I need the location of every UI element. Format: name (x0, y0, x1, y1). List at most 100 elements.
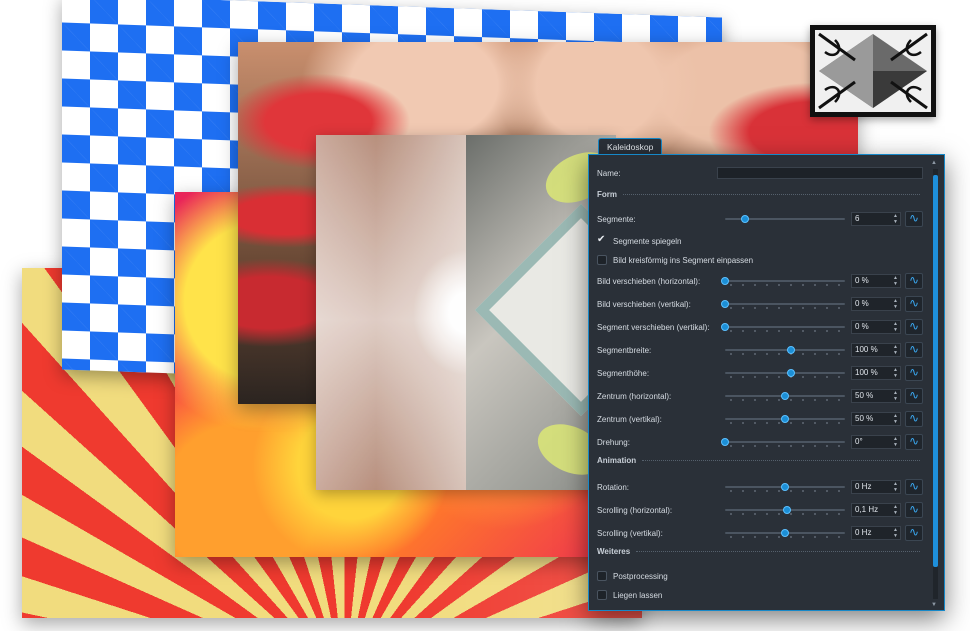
param-slider[interactable] (725, 527, 845, 539)
spin-arrows-icon[interactable]: ▲ ▼ (893, 275, 898, 287)
segmente-spinbox[interactable]: 6 ▲ ▼ (851, 212, 901, 226)
segmente-slider[interactable] (725, 213, 845, 225)
kaleidoscope-settings-panel: Name: Form Segmente: 6▲▼ ∿ Segmente spie… (588, 154, 945, 611)
slider-handle[interactable] (721, 277, 729, 285)
param-slider[interactable] (721, 436, 845, 448)
param-slider[interactable] (721, 321, 845, 333)
curve-icon: ∿ (908, 502, 920, 516)
param-spinbox[interactable]: 0° ▲ ▼ (851, 435, 901, 449)
checkbox-liegen-lassen[interactable]: Liegen lassen (597, 590, 662, 600)
param-value: 0 % (855, 299, 869, 308)
segmente-curve-button[interactable]: ∿ (905, 211, 923, 227)
name-label: Name: (597, 169, 621, 178)
param-value: 0 Hz (855, 482, 872, 491)
param-row: Rotation: (597, 483, 629, 492)
param-spinbox[interactable]: 0 Hz ▲ ▼ (851, 526, 901, 540)
param-slider[interactable] (721, 275, 845, 287)
param-value: 0 Hz (855, 528, 872, 537)
slider-handle[interactable] (721, 300, 729, 308)
spin-arrows-icon[interactable]: ▲ ▼ (893, 298, 898, 310)
param-slider[interactable] (725, 390, 845, 402)
param-curve-button[interactable]: ∿ (905, 479, 923, 495)
param-curve-button[interactable]: ∿ (905, 525, 923, 541)
vertical-scrollbar[interactable]: ▲ ▼ (931, 160, 938, 608)
scrollbar-thumb[interactable] (933, 175, 938, 567)
param-curve-button[interactable]: ∿ (905, 388, 923, 404)
curve-icon: ∿ (908, 273, 920, 287)
param-slider[interactable] (725, 504, 845, 516)
param-value: 50 % (855, 391, 874, 400)
param-slider[interactable] (725, 413, 845, 425)
checkbox-kreisfoermig[interactable]: Bild kreisförmig ins Segment einpassen (597, 255, 753, 265)
param-label: Scrolling (vertikal): (597, 529, 663, 538)
preview-left-half (316, 135, 466, 490)
param-curve-button[interactable]: ∿ (905, 319, 923, 335)
spin-arrows-icon[interactable]: ▲ ▼ (893, 527, 898, 539)
param-spinbox[interactable]: 0 % ▲ ▼ (851, 297, 901, 311)
param-spinbox[interactable]: 0 % ▲ ▼ (851, 274, 901, 288)
section-animation: Animation (597, 456, 920, 465)
param-row: Bild verschieben (horizontal): (597, 277, 700, 286)
spin-arrows-icon[interactable]: ▲ ▼ (893, 321, 898, 333)
name-input[interactable] (717, 167, 923, 179)
param-row: Scrolling (horizontal): (597, 506, 672, 515)
spin-arrows-icon[interactable]: ▲ ▼ (893, 504, 898, 516)
slider-handle[interactable] (741, 215, 750, 223)
param-label: Scrolling (horizontal): (597, 506, 673, 515)
param-value: 0° (855, 437, 863, 446)
param-slider[interactable] (725, 344, 845, 356)
param-curve-button[interactable]: ∿ (905, 342, 923, 358)
slider-handle[interactable] (781, 529, 789, 537)
slider-handle[interactable] (781, 415, 789, 423)
checkbox-box[interactable] (597, 255, 607, 265)
slider-handle[interactable] (781, 392, 789, 400)
checkbox-segmente-spiegeln[interactable]: Segmente spiegeln (597, 234, 682, 246)
section-weiteres: Weiteres (597, 547, 920, 556)
param-value: 50 % (855, 414, 874, 423)
spin-arrows-icon[interactable]: ▲ ▼ (893, 413, 898, 425)
curve-icon: ∿ (908, 525, 920, 539)
spin-arrows-icon[interactable]: ▲ ▼ (893, 367, 898, 379)
param-curve-button[interactable]: ∿ (905, 273, 923, 289)
slider-handle[interactable] (721, 323, 729, 331)
param-row: Drehung: (597, 438, 630, 447)
curve-icon: ∿ (908, 365, 920, 379)
checkbox-box[interactable] (597, 590, 607, 600)
param-curve-button[interactable]: ∿ (905, 434, 923, 450)
checkbox-postprocessing[interactable]: Postprocessing (597, 571, 668, 581)
param-spinbox[interactable]: 0 Hz ▲ ▼ (851, 480, 901, 494)
param-spinbox[interactable]: 0 % ▲ ▼ (851, 320, 901, 334)
checkbox-box[interactable] (597, 571, 607, 581)
spin-arrows-icon[interactable]: ▲ ▼ (893, 213, 898, 225)
postprocessing-label: Postprocessing (613, 571, 668, 581)
param-slider[interactable] (721, 298, 845, 310)
param-curve-button[interactable]: ∿ (905, 411, 923, 427)
spin-arrows-icon[interactable]: ▲ ▼ (893, 436, 898, 448)
checkmark-icon[interactable] (597, 234, 607, 246)
scroll-up-icon[interactable]: ▲ (931, 160, 937, 166)
slider-handle[interactable] (781, 483, 789, 491)
param-slider[interactable] (725, 367, 845, 379)
slider-handle[interactable] (721, 438, 729, 446)
param-curve-button[interactable]: ∿ (905, 296, 923, 312)
param-row: Segment verschieben (vertikal): (597, 323, 710, 332)
curve-icon: ∿ (908, 342, 920, 356)
param-curve-button[interactable]: ∿ (905, 365, 923, 381)
spin-arrows-icon[interactable]: ▲ ▼ (893, 390, 898, 402)
param-slider[interactable] (725, 481, 845, 493)
segmente-value: 6 (855, 214, 860, 223)
kaleidoscope-preview-image (316, 135, 616, 490)
param-curve-button[interactable]: ∿ (905, 502, 923, 518)
slider-handle[interactable] (787, 369, 795, 377)
param-spinbox[interactable]: 50 % ▲ ▼ (851, 389, 901, 403)
param-spinbox[interactable]: 0,1 Hz ▲ ▼ (851, 503, 901, 517)
spin-arrows-icon[interactable]: ▲ ▼ (893, 481, 898, 493)
param-spinbox[interactable]: 50 % ▲ ▼ (851, 412, 901, 426)
slider-handle[interactable] (787, 346, 795, 354)
param-row: Zentrum (vertikal): (597, 415, 662, 424)
spin-arrows-icon[interactable]: ▲ ▼ (893, 344, 898, 356)
param-row: Bild verschieben (vertikal): (597, 300, 691, 309)
scroll-down-icon[interactable]: ▼ (931, 602, 937, 608)
param-spinbox[interactable]: 100 % ▲ ▼ (851, 366, 901, 380)
param-spinbox[interactable]: 100 % ▲ ▼ (851, 343, 901, 357)
